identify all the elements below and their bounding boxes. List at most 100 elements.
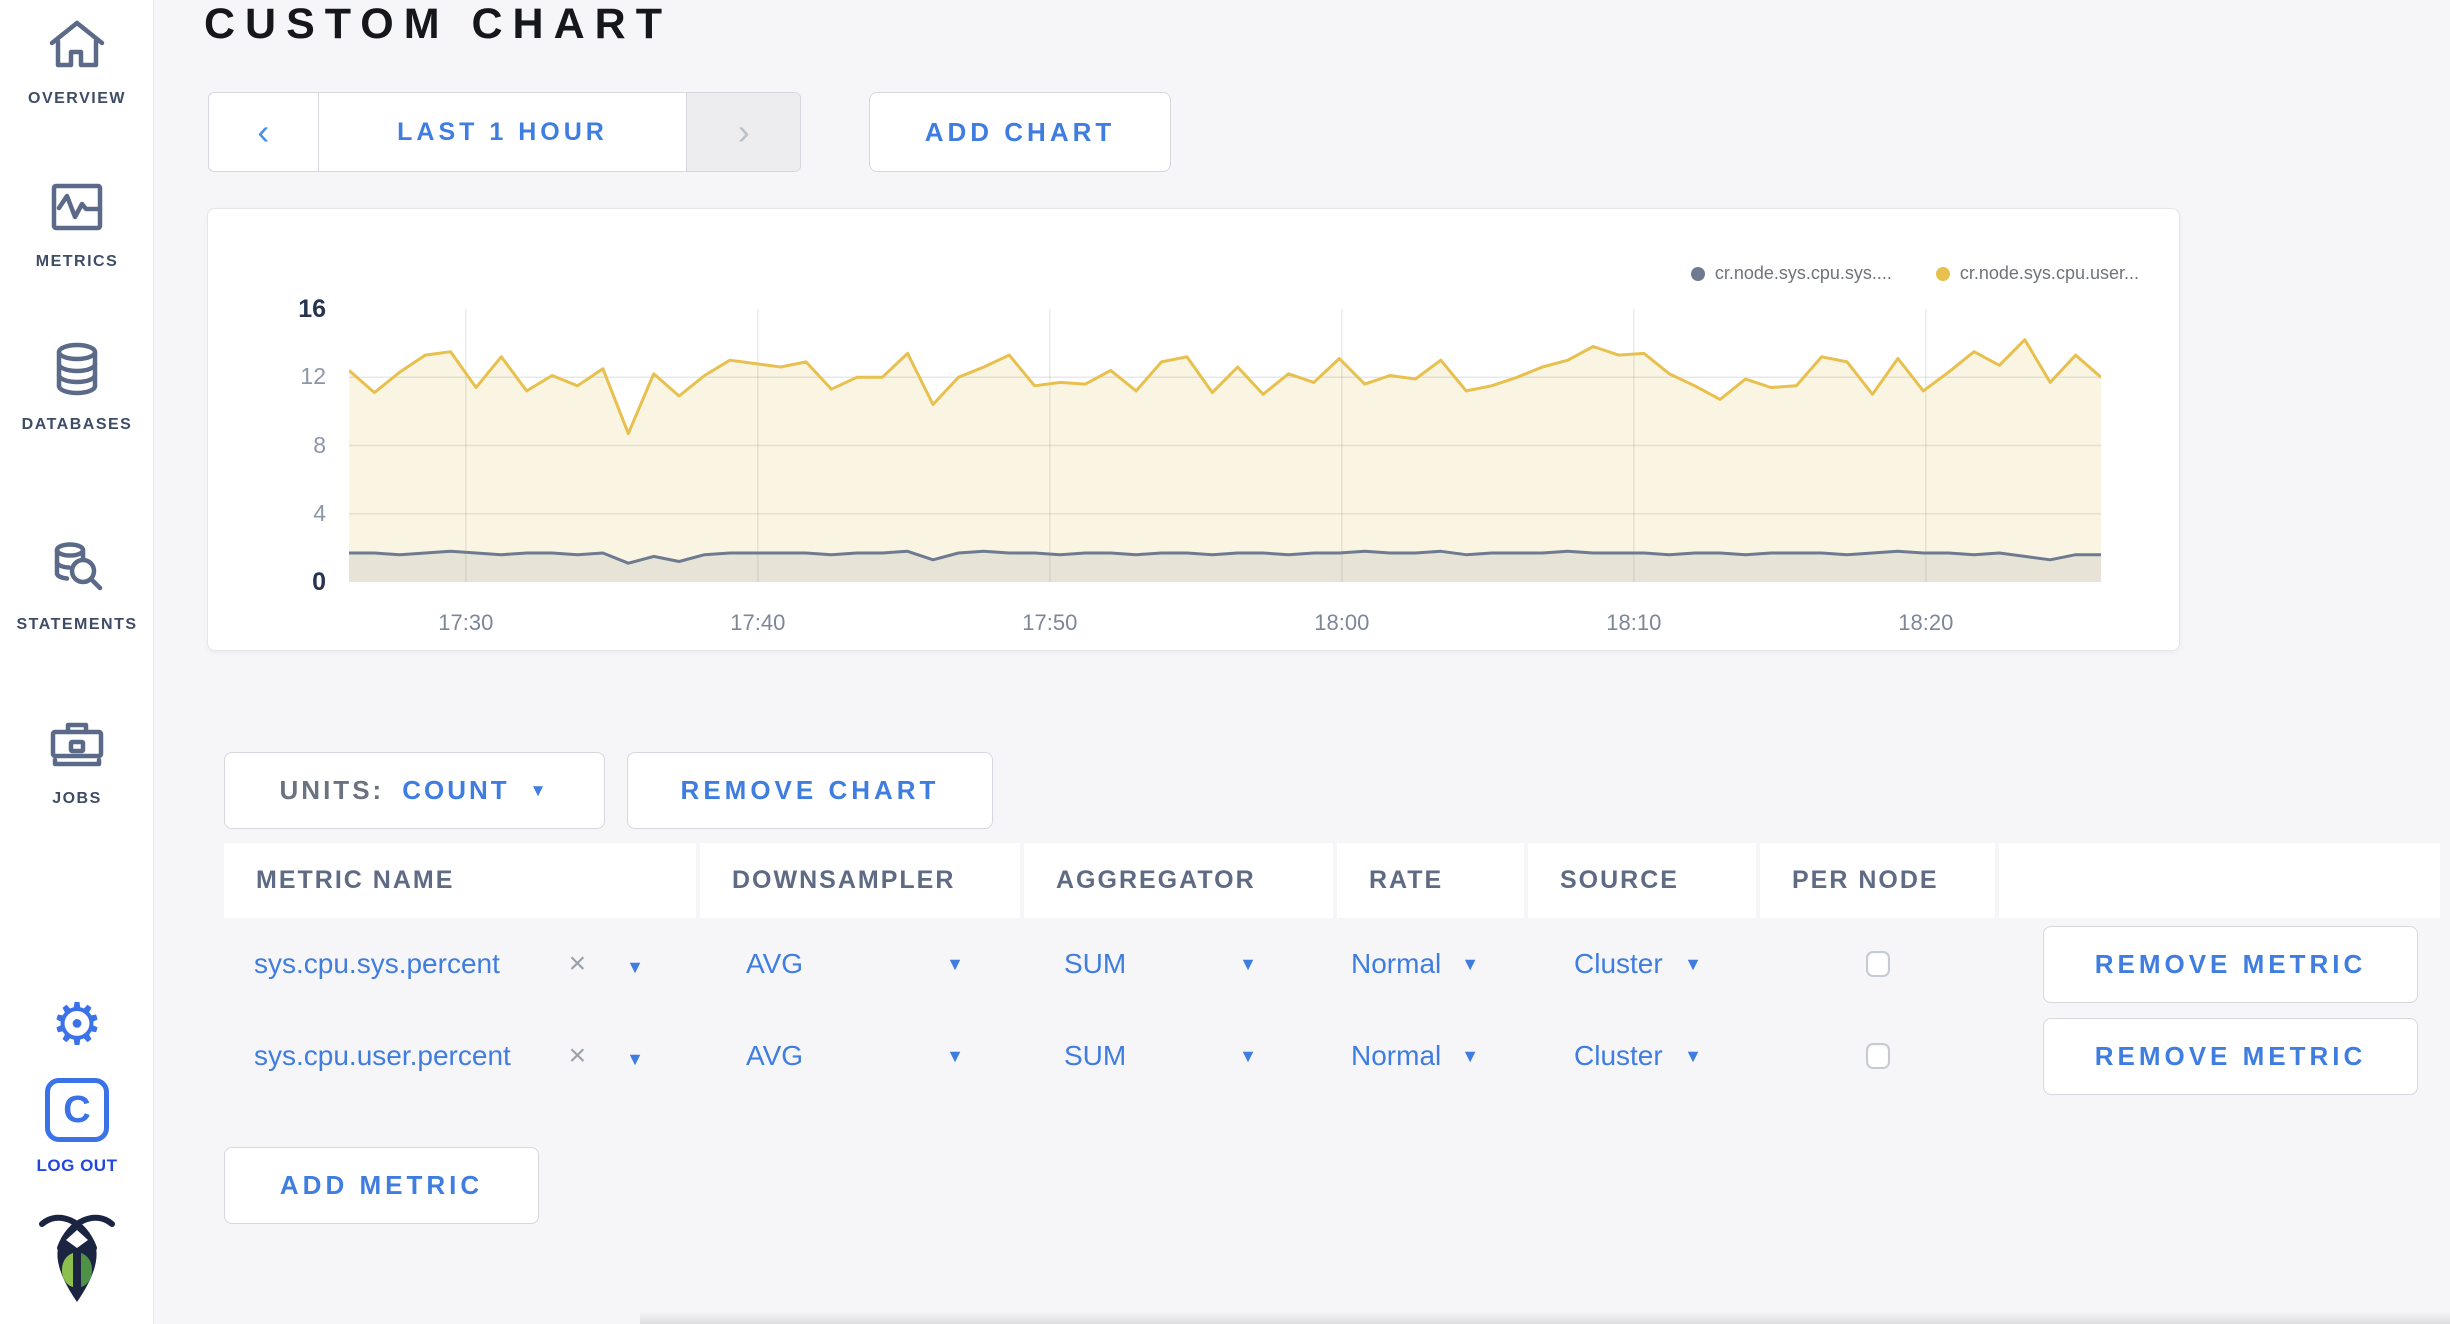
sidebar-item-label: JOBS bbox=[52, 790, 102, 807]
logout-button[interactable]: C LOG OUT bbox=[0, 1078, 154, 1176]
metric-name-cell: sys.cpu.user.percent × ▼ bbox=[224, 1010, 696, 1102]
sidebar-item-databases[interactable]: DATABASES bbox=[0, 338, 154, 434]
legend-label: cr.node.sys.cpu.sys.... bbox=[1714, 263, 1892, 283]
time-range-dropdown[interactable]: LAST 1 HOUR bbox=[319, 93, 687, 171]
column-header-aggregator: AGGREGATOR bbox=[1024, 843, 1333, 918]
aggregator-dropdown[interactable]: SUM ▼ bbox=[1024, 1010, 1333, 1102]
metrics-table: METRIC NAME DOWNSAMPLER AGGREGATOR RATE … bbox=[224, 843, 2440, 1102]
clear-metric-icon[interactable]: × bbox=[569, 947, 587, 980]
units-dropdown[interactable]: UNITS: COUNT ▼ bbox=[224, 752, 605, 829]
sidebar-item-metrics[interactable]: METRICS bbox=[0, 175, 154, 271]
y-axis-label: 8 bbox=[313, 431, 326, 458]
home-icon bbox=[45, 12, 109, 76]
per-node-cell bbox=[1760, 918, 1995, 1010]
metric-name-cell: sys.cpu.sys.percent × ▼ bbox=[224, 918, 696, 1010]
caret-down-icon: ▼ bbox=[1461, 1045, 1480, 1066]
units-value: COUNT bbox=[402, 775, 510, 805]
gear-icon: ⚙ bbox=[51, 992, 103, 1057]
sidebar-item-label: OVERVIEW bbox=[28, 90, 126, 107]
sidebar-item-overview[interactable]: OVERVIEW bbox=[0, 12, 154, 108]
sidebar-item-label: METRICS bbox=[35, 253, 119, 270]
chevron-right-icon: › bbox=[737, 111, 750, 152]
downsampler-value: AVG bbox=[746, 948, 804, 979]
per-node-checkbox[interactable] bbox=[1865, 1043, 1890, 1069]
x-axis-label: 17:50 bbox=[1022, 610, 1078, 635]
column-header-metric-name: METRIC NAME bbox=[224, 843, 696, 918]
aggregator-dropdown[interactable]: SUM ▼ bbox=[1024, 918, 1333, 1010]
settings-gear-button[interactable]: ⚙ bbox=[0, 996, 154, 1054]
rate-value: Normal bbox=[1351, 1040, 1442, 1071]
cockroach-bug-logo bbox=[0, 1208, 154, 1308]
column-header-blank bbox=[1999, 843, 2440, 918]
table-header-row: METRIC NAME DOWNSAMPLER AGGREGATOR RATE … bbox=[224, 843, 2440, 918]
rate-dropdown[interactable]: Normal ▼ bbox=[1337, 1010, 1524, 1102]
legend-dot-sys bbox=[1690, 266, 1705, 281]
sidebar-item-jobs[interactable]: JOBS bbox=[0, 712, 154, 808]
sidebar-item-statements[interactable]: STATEMENTS bbox=[0, 538, 154, 634]
chart-card: cr.node.sys.cpu.sys.... cr.node.sys.cpu.… bbox=[207, 208, 2180, 651]
series-area bbox=[349, 339, 2101, 582]
y-axis-label: 16 bbox=[298, 295, 326, 323]
time-next-button-disabled[interactable]: › bbox=[686, 93, 800, 171]
add-metric-button[interactable]: ADD METRIC bbox=[224, 1147, 539, 1224]
caret-down-icon[interactable]: ▼ bbox=[626, 1049, 644, 1069]
database-search-icon bbox=[45, 538, 109, 602]
legend-label: cr.node.sys.cpu.user... bbox=[1959, 263, 2139, 283]
units-label: UNITS: bbox=[279, 775, 385, 805]
legend-item[interactable]: cr.node.sys.cpu.user... bbox=[1935, 263, 2139, 284]
metric-name-value[interactable]: sys.cpu.sys.percent bbox=[254, 948, 500, 980]
scroll-shadow bbox=[640, 1312, 2450, 1324]
remove-metric-cell: REMOVE METRIC bbox=[1999, 918, 2440, 1010]
briefcase-icon bbox=[45, 712, 109, 776]
legend-item[interactable]: cr.node.sys.cpu.sys.... bbox=[1690, 263, 1892, 284]
column-header-source: SOURCE bbox=[1528, 843, 1756, 918]
database-icon bbox=[45, 338, 109, 402]
caret-down-icon: ▼ bbox=[1239, 1045, 1257, 1066]
caret-down-icon: ▼ bbox=[1684, 1045, 1702, 1066]
aggregator-value: SUM bbox=[1064, 948, 1127, 979]
metric-name-value[interactable]: sys.cpu.user.percent bbox=[254, 1040, 511, 1072]
downsampler-value: AVG bbox=[746, 1040, 804, 1071]
add-chart-button[interactable]: ADD CHART bbox=[869, 92, 1171, 172]
chart-legend: cr.node.sys.cpu.sys.... cr.node.sys.cpu.… bbox=[1690, 263, 2139, 284]
downsampler-dropdown[interactable]: AVG ▼ bbox=[700, 918, 1020, 1010]
remove-chart-button[interactable]: REMOVE CHART bbox=[627, 752, 993, 829]
sidebar-item-label: STATEMENTS bbox=[16, 616, 138, 633]
time-prev-button[interactable]: ‹ bbox=[209, 93, 319, 171]
y-axis-label: 12 bbox=[300, 363, 326, 390]
chart-canvas bbox=[349, 309, 2101, 582]
column-header-rate: RATE bbox=[1337, 843, 1524, 918]
caret-down-icon: ▼ bbox=[1239, 953, 1257, 974]
bug-logo-icon bbox=[32, 1208, 122, 1308]
caret-down-icon[interactable]: ▼ bbox=[626, 957, 644, 977]
rate-value: Normal bbox=[1351, 948, 1442, 979]
rate-dropdown[interactable]: Normal ▼ bbox=[1337, 918, 1524, 1010]
source-dropdown[interactable]: Cluster ▼ bbox=[1528, 918, 1756, 1010]
caret-down-icon: ▼ bbox=[1461, 953, 1480, 974]
column-header-per-node: PER NODE bbox=[1760, 843, 1995, 918]
caret-down-icon: ▼ bbox=[1684, 953, 1702, 974]
y-axis-label: 0 bbox=[312, 568, 326, 596]
downsampler-dropdown[interactable]: AVG ▼ bbox=[700, 1010, 1020, 1102]
table-row: sys.cpu.user.percent × ▼ AVG ▼ SUM ▼ Norm… bbox=[224, 1010, 2440, 1102]
source-value: Cluster bbox=[1574, 948, 1663, 979]
legend-dot-user bbox=[1935, 266, 1950, 281]
column-header-downsampler: DOWNSAMPLER bbox=[700, 843, 1020, 918]
per-node-cell bbox=[1760, 1010, 1995, 1102]
metric-dropdown-controls: × ▼ bbox=[569, 1039, 644, 1073]
table-row: sys.cpu.sys.percent × ▼ AVG ▼ SUM ▼ Norma… bbox=[224, 918, 2440, 1010]
x-axis-label: 17:40 bbox=[730, 610, 786, 635]
source-dropdown[interactable]: Cluster ▼ bbox=[1528, 1010, 1756, 1102]
x-axis-label: 18:20 bbox=[1898, 610, 1954, 635]
per-node-checkbox[interactable] bbox=[1865, 951, 1890, 977]
metric-dropdown-controls: × ▼ bbox=[569, 947, 644, 981]
page-title: CUSTOM CHART bbox=[204, 0, 672, 48]
aggregator-value: SUM bbox=[1064, 1040, 1127, 1071]
caret-down-icon: ▼ bbox=[529, 780, 550, 800]
remove-metric-button[interactable]: REMOVE METRIC bbox=[2043, 925, 2418, 1003]
time-range-selector: ‹ LAST 1 HOUR › bbox=[208, 92, 801, 172]
remove-metric-button[interactable]: REMOVE METRIC bbox=[2043, 1017, 2418, 1095]
remove-metric-cell: REMOVE METRIC bbox=[1999, 1010, 2440, 1102]
clear-metric-icon[interactable]: × bbox=[569, 1039, 587, 1072]
cockroach-c-logo-icon: C bbox=[45, 1078, 109, 1142]
